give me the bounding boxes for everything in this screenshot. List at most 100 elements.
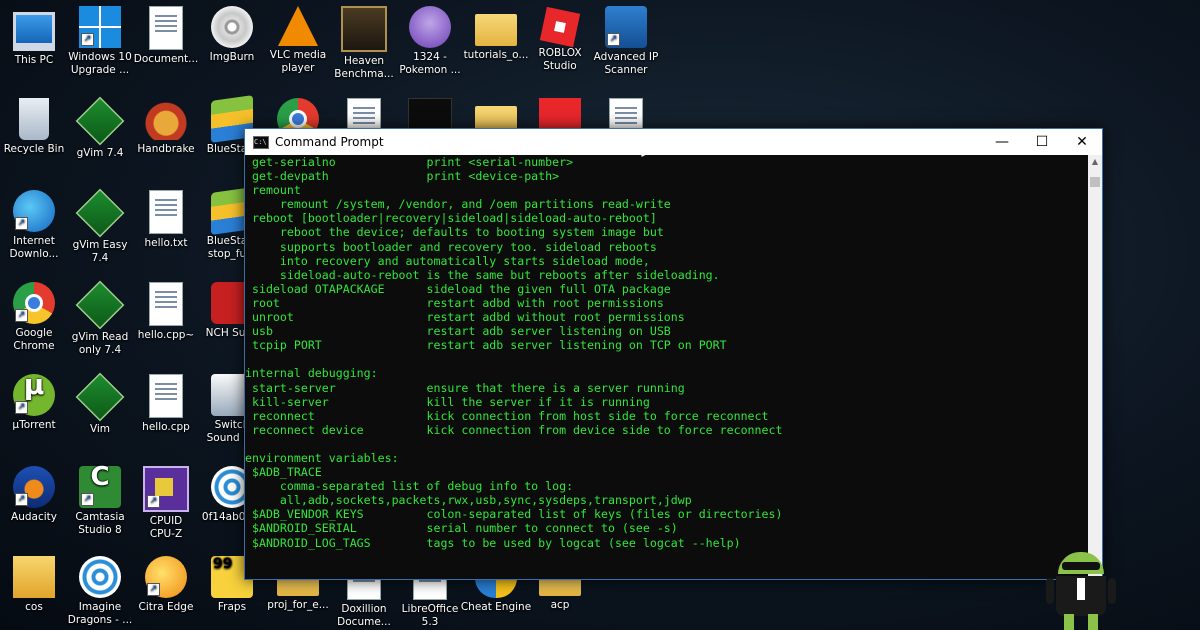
vim-icon: [75, 280, 125, 330]
desktop-icon-vim[interactable]: Vim: [62, 372, 138, 436]
desktop-icon-imagine-dragons[interactable]: Imagine Dragons - ...: [62, 556, 138, 627]
shortcut-arrow-icon: ↗: [15, 309, 28, 322]
handbrake-icon: [145, 98, 187, 140]
desktop-icon-label: hello.txt: [144, 237, 188, 249]
desktop-icon-hello-cpp[interactable]: hello.cpp: [128, 374, 204, 434]
terminal-line: reboot [bootloader|recovery|sideload|sid…: [245, 211, 657, 226]
audacity-icon: ↗: [13, 466, 55, 508]
desktop-icon-pokemon-torrent[interactable]: 1324 - Pokemon ...: [392, 6, 468, 77]
desktop-icon-citra-edge[interactable]: ↗ Citra Edge: [128, 556, 204, 614]
desktop-icon-label: Fraps: [217, 601, 247, 613]
desktop-icon-gvim-easy[interactable]: gVim Easy 7.4: [62, 188, 138, 265]
shortcut-arrow-icon: ↗: [15, 217, 28, 230]
desktop-icon-label: VLC media player: [269, 49, 327, 74]
recycle-bin-icon: [19, 98, 49, 140]
desktop-icon-heaven[interactable]: Heaven Benchma...: [326, 6, 402, 81]
minimize-button[interactable]: —: [982, 129, 1022, 155]
close-button[interactable]: ✕: [1062, 129, 1102, 155]
desktop-icon-handbrake[interactable]: Handbrake: [128, 98, 204, 156]
desktop-icon-label: gVim 7.4: [76, 147, 124, 159]
shortcut-arrow-icon: ↗: [147, 583, 160, 596]
shortcut-arrow-icon: ↗: [15, 401, 28, 414]
vlc-icon: [278, 6, 318, 46]
command-prompt-window[interactable]: C:\ Command Prompt — ☐ ✕ get-serialno pr…: [244, 128, 1103, 580]
text-file-icon: [149, 190, 183, 234]
vim-icon: [75, 96, 125, 146]
terminal-output[interactable]: get-serialno print <serial-number> get-d…: [245, 155, 1088, 579]
desktop-icon-vlc[interactable]: VLC media player: [260, 6, 336, 75]
terminal-line: get-devpath print <device-path>: [245, 169, 560, 184]
desktop-icon-label: Heaven Benchma...: [334, 55, 394, 80]
desktop-icon-label: Doxillion Docume...: [337, 603, 391, 628]
heaven-icon: [341, 6, 387, 52]
desktop-icon-roblox-studio[interactable]: ROBLOX Studio: [522, 6, 598, 73]
terminal-line: get-serialno print <serial-number>: [245, 155, 574, 169]
disc-icon: [211, 6, 253, 48]
chrome-icon: ↗: [13, 282, 55, 324]
terminal-line: sideload-auto-reboot is the same but reb…: [245, 267, 720, 282]
desktop-icon-label: Document...: [133, 53, 199, 65]
terminal-line: $ANDROID_SERIAL serial number to connect…: [245, 521, 678, 536]
desktop-icon-label: 1324 - Pokemon ...: [399, 51, 461, 76]
terminal-line: supports bootloader and recovery too. si…: [245, 239, 657, 254]
this-pc-icon: [13, 12, 55, 51]
window-titlebar[interactable]: C:\ Command Prompt — ☐ ✕: [245, 129, 1102, 155]
cpuz-icon: ↗: [143, 466, 189, 512]
terminal-line: tcpip PORT restart adb server listening …: [245, 338, 727, 353]
terminal-line: $ANDROID_LOG_TAGS tags to be used by log…: [245, 535, 741, 550]
prompt-text: C:\Users\safin>fastboot: [245, 578, 406, 579]
desktop-icon-label: LibreOffice 5.3: [401, 603, 459, 628]
desktop-icon-label: Advanced IP Scanner: [593, 51, 659, 76]
terminal-line: remount: [245, 183, 301, 198]
desktop-icon-windows-10-upgrade[interactable]: ↗ Windows 10 Upgrade ...: [62, 6, 138, 77]
desktop-icon-camtasia[interactable]: ↗ Camtasia Studio 8: [62, 466, 138, 537]
roblox-icon: [539, 6, 581, 48]
desktop-icon-gvim[interactable]: gVim 7.4: [62, 96, 138, 160]
terminal-line: into recovery and automatically starts s…: [245, 253, 650, 268]
terminal-line: usb restart adb server listening on USB: [245, 324, 671, 339]
terminal-line: reboot the device; defaults to booting s…: [245, 225, 664, 240]
desktop-icon-hello-txt[interactable]: hello.txt: [128, 190, 204, 250]
desktop-icon-label: Imagine Dragons - ...: [67, 601, 133, 626]
desktop-icon-advanced-ip-scanner[interactable]: ↗ Advanced IP Scanner: [588, 6, 664, 77]
desktop-icon-hello-cpp-backup[interactable]: hello.cpp~: [128, 282, 204, 342]
folder-icon: [475, 14, 517, 46]
vertical-scrollbar[interactable]: ▲: [1088, 155, 1102, 579]
desktop-icon-label: Citra Edge: [138, 601, 194, 613]
shortcut-arrow-icon: ↗: [147, 495, 160, 508]
desktop-icon-gvim-readonly[interactable]: gVim Read only 7.4: [62, 280, 138, 357]
desktop-icon-label: Windows 10 Upgrade ...: [68, 51, 132, 76]
terminal-line: reconnect kick connection from host side…: [245, 408, 769, 423]
terminal-line: reconnect device kick connection from de…: [245, 422, 783, 437]
internet-download-icon: ↗: [13, 190, 55, 232]
text-file-icon: [149, 374, 183, 418]
text-file-icon: [149, 282, 183, 326]
terminal-line: root restart adbd with root permissions: [245, 295, 664, 310]
folder-icon: [13, 556, 55, 598]
desktop-icon-label: hello.cpp~: [137, 329, 195, 341]
terminal-line: remount /system, /vendor, and /oem parti…: [245, 197, 671, 212]
desktop-icon-imgburn[interactable]: ImgBurn: [194, 6, 270, 64]
desktop-icon-label: hello.cpp: [142, 421, 190, 433]
torrent-file-icon: [409, 6, 451, 48]
scroll-up-arrow-icon[interactable]: ▲: [1088, 155, 1102, 169]
cmd-icon: C:\: [253, 136, 269, 149]
scrollbar-thumb[interactable]: [1090, 177, 1100, 187]
document-icon: [149, 6, 183, 50]
citra-icon: ↗: [145, 556, 187, 598]
desktop-icon-label: gVim Easy 7.4: [72, 239, 128, 264]
desktop-icon-label: acp: [550, 599, 570, 611]
desktop-icon-cpu-z[interactable]: ↗ CPUID CPU-Z: [128, 466, 204, 541]
desktop-icon-documents[interactable]: Document...: [128, 6, 204, 66]
maximize-button[interactable]: ☐: [1022, 129, 1062, 155]
shortcut-arrow-icon: ↗: [607, 33, 620, 46]
shortcut-arrow-icon: ↗: [15, 493, 28, 506]
network-scanner-icon: ↗: [605, 6, 647, 48]
command-prompt-input[interactable]: C:\Users\safin>fastboot: [245, 578, 1088, 579]
terminal-line: all,adb,sockets,packets,rwx,usb,sync,sys…: [245, 493, 692, 508]
desktop-icon-label: Vim: [89, 423, 111, 435]
desktop-icon-label: ROBLOX Studio: [538, 47, 582, 72]
desktop-icon-label: Handbrake: [137, 143, 195, 155]
